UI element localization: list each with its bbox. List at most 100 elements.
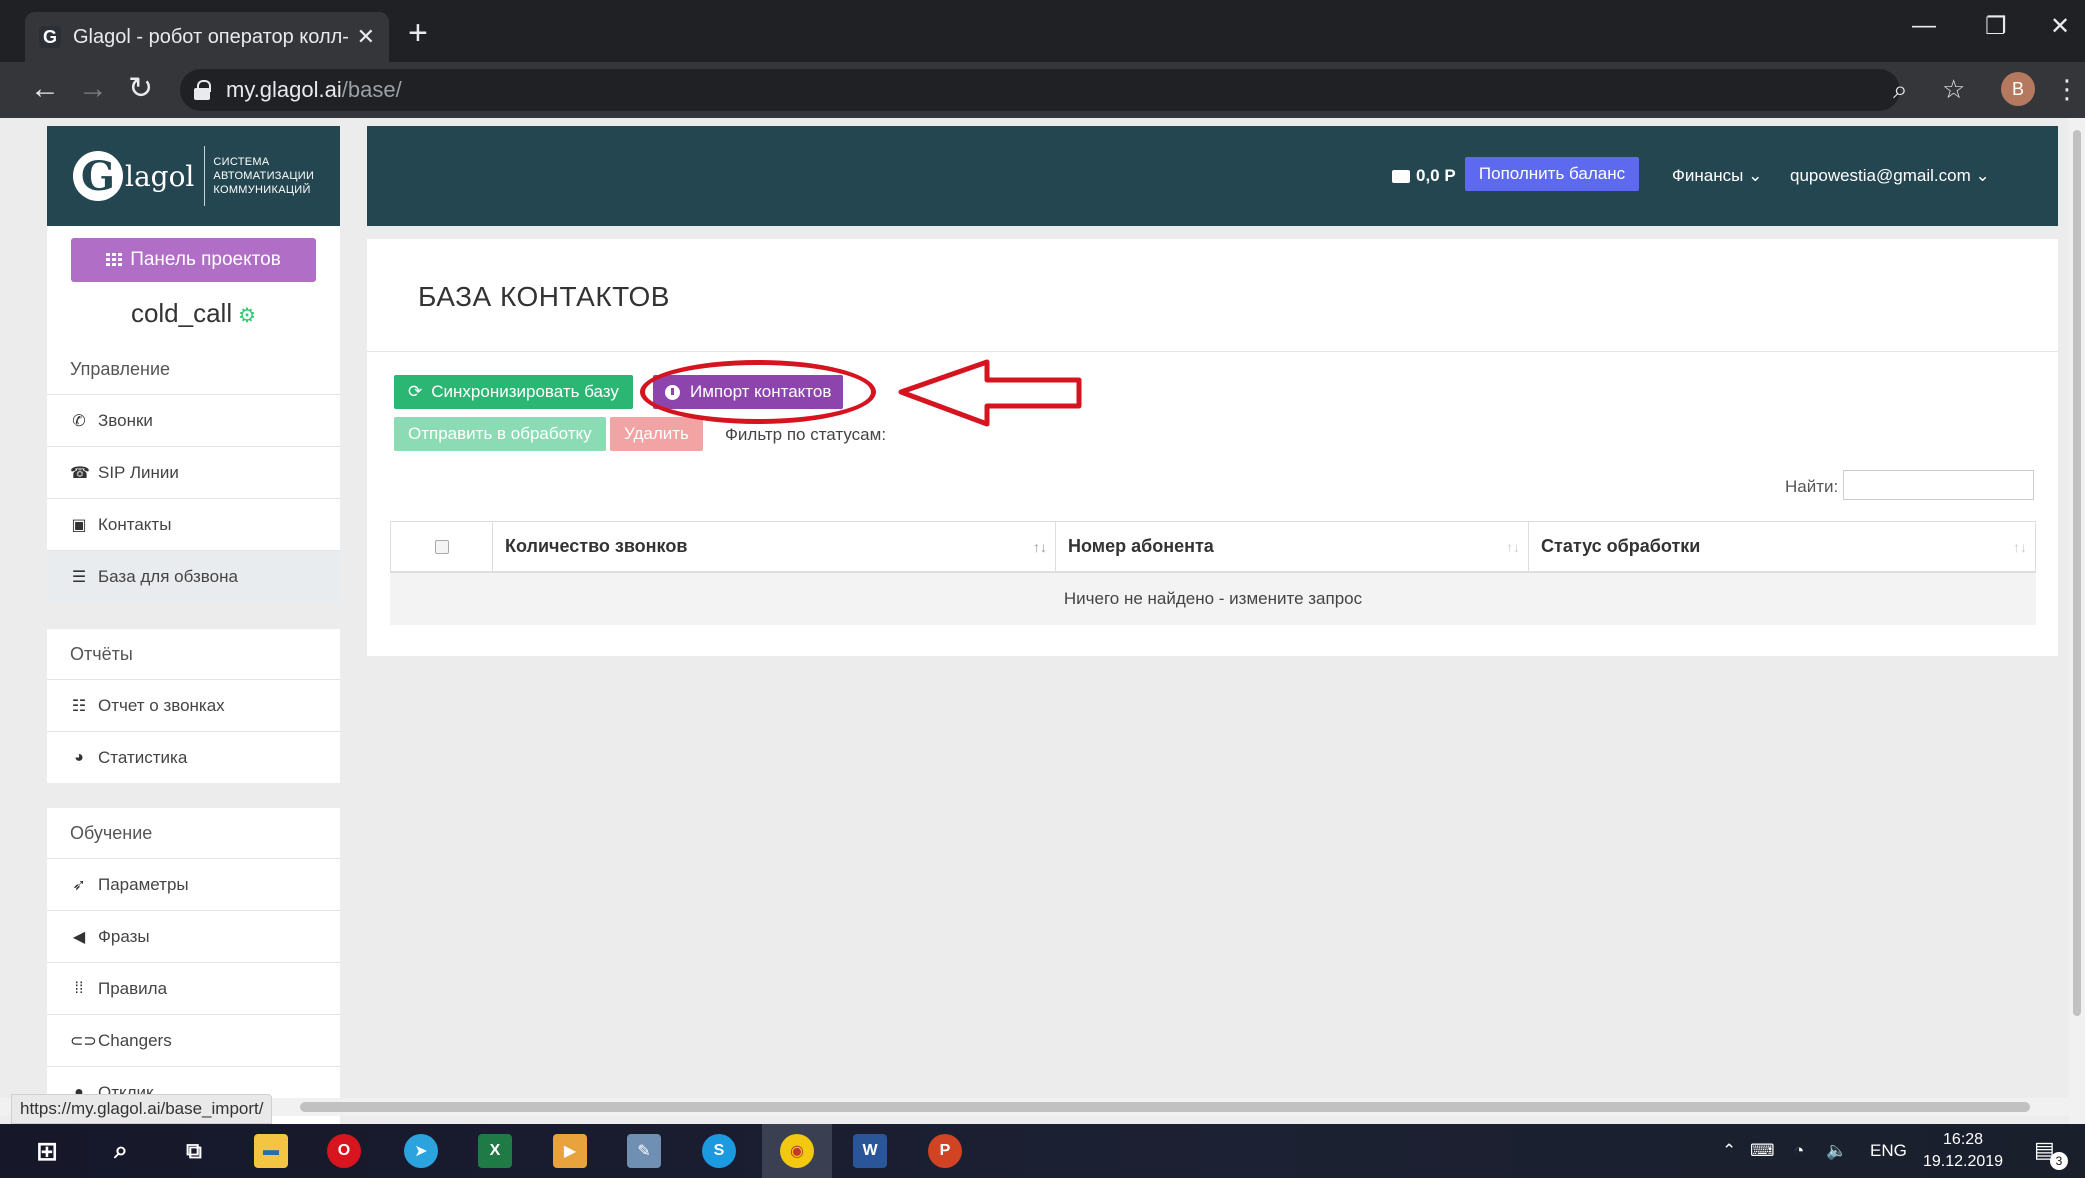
- user-menu[interactable]: qupowestia@gmail.com ⌄: [1790, 166, 1990, 186]
- reload-icon[interactable]: ↻: [128, 72, 153, 106]
- top-header: 0,0 Р Пополнить баланс Финансы ⌄ qupowes…: [367, 126, 2058, 226]
- scrollbar-thumb[interactable]: [300, 1102, 2030, 1112]
- annotation-arrow-icon: [898, 359, 1082, 427]
- top-up-balance-button[interactable]: Пополнить баланс: [1465, 157, 1639, 191]
- link-status-url: https://my.glagol.ai/base_import/: [11, 1094, 273, 1124]
- task-view-icon[interactable]: ⧉: [177, 1134, 211, 1168]
- delete-button[interactable]: Удалить: [610, 417, 703, 451]
- language-indicator[interactable]: ENG: [1870, 1141, 1907, 1161]
- sync-base-button[interactable]: ⟳ Синхронизировать базу: [394, 375, 633, 409]
- finance-menu[interactable]: Финансы ⌄: [1672, 166, 1762, 186]
- sidebar-item-changers[interactable]: ⊂⊃ Changers: [47, 1014, 340, 1066]
- scrollbar-thumb[interactable]: [2073, 130, 2081, 1016]
- word-icon[interactable]: W: [853, 1134, 887, 1168]
- sidebar-item-parameters[interactable]: ➶ Параметры: [47, 858, 340, 910]
- tray-expand-icon[interactable]: ⌃: [1722, 1141, 1736, 1161]
- sidebar-section-training: Обучение ➶ Параметры ◀ Фразы ⁞⁞ Правила …: [47, 808, 340, 1124]
- window-close-icon[interactable]: ✕: [2050, 12, 2070, 41]
- megaphone-icon: ◀: [72, 928, 86, 946]
- start-icon[interactable]: ⊞: [30, 1134, 64, 1168]
- wallet-icon: [1392, 169, 1410, 183]
- new-tab-button[interactable]: +: [408, 16, 428, 50]
- user-email: qupowestia@gmail.com: [1790, 166, 1971, 185]
- vertical-scrollbar[interactable]: [2069, 118, 2085, 1124]
- column-header-processing-status[interactable]: Статус обработки ↑↓: [1529, 522, 2036, 571]
- zoom-icon[interactable]: ⌕: [1893, 74, 1908, 106]
- sidebar-section-reports: Отчёты ☷ Отчет о звонках ◕ Статистика: [47, 629, 340, 783]
- tab-close-icon[interactable]: ✕: [357, 24, 375, 50]
- desk-phone-icon: ☎: [70, 464, 90, 482]
- video-player-icon[interactable]: ▶: [553, 1134, 587, 1168]
- sidebar-item-sip-lines[interactable]: ☎ SIP Линии: [47, 446, 340, 498]
- sidebar-item-label: Фразы: [98, 926, 150, 946]
- sidebar-section-management: Управление ✆ Звонки ☎ SIP Линии ▣ Контак…: [47, 344, 340, 602]
- minimize-icon[interactable]: —: [1912, 12, 1936, 40]
- sidebar-item-call-base[interactable]: ☰ База для обзвона: [47, 550, 340, 602]
- logo-tagline-3: коммуникаций: [213, 184, 311, 196]
- sync-icon: ⟳: [408, 382, 423, 401]
- sidebar-item-rules[interactable]: ⁞⁞ Правила: [47, 962, 340, 1014]
- browser-menu-icon[interactable]: ⋮: [2054, 74, 2080, 105]
- sidebar-item-label: Звонки: [98, 410, 153, 430]
- sidebar-item-contacts[interactable]: ▣ Контакты: [47, 498, 340, 550]
- rules-icon: ⁞⁞: [74, 979, 84, 997]
- column-header-calls-count[interactable]: Количество звонков ↑↓: [493, 522, 1056, 571]
- search-icon[interactable]: ⌕: [104, 1134, 138, 1168]
- logo-name: lagol: [125, 146, 206, 206]
- sidebar-item-call-report[interactable]: ☷ Отчет о звонках: [47, 679, 340, 731]
- glagol-logo[interactable]: G lagol Система автоматизации коммуникац…: [47, 126, 340, 226]
- search-input[interactable]: [1843, 470, 2034, 500]
- url-field[interactable]: my.glagol.ai /base/: [180, 69, 1900, 111]
- screen: G Glagol - робот оператор колл-ц ✕ + — ❐…: [0, 0, 2085, 1178]
- browser-tab[interactable]: G Glagol - робот оператор колл-ц ✕: [25, 12, 389, 62]
- clock[interactable]: 16:28 19.12.2019: [1923, 1129, 2003, 1173]
- projects-panel-button[interactable]: Панель проектов: [71, 238, 316, 282]
- excel-icon[interactable]: X: [478, 1134, 512, 1168]
- restore-icon[interactable]: ❐: [1985, 12, 2007, 41]
- lock-icon: [194, 80, 211, 100]
- chrome-icon[interactable]: ◉: [780, 1134, 814, 1168]
- address-bar-row: ← → ↻ my.glagol.ai /base/ ⌕ ☆ ⋮: [0, 62, 2085, 118]
- telegram-icon[interactable]: ➤: [404, 1134, 438, 1168]
- keyboard-icon[interactable]: ⌨: [1750, 1141, 1775, 1161]
- back-arrow-icon[interactable]: ←: [30, 72, 60, 106]
- volume-icon[interactable]: 🔈: [1826, 1141, 1847, 1161]
- sidebar-item-phrases[interactable]: ◀ Фразы: [47, 910, 340, 962]
- chevron-down-icon: ⌄: [1975, 166, 1990, 185]
- sidebar-section-title: Управление: [70, 358, 171, 379]
- url-path: /base/: [341, 77, 402, 102]
- sidebar-item-statistics[interactable]: ◕ Статистика: [47, 731, 340, 783]
- tab-title: Glagol - робот оператор колл-ц: [73, 25, 349, 48]
- clock-date: 19.12.2019: [1923, 1153, 2004, 1170]
- column-header-subscriber-number[interactable]: Номер абонента ↑↓: [1056, 522, 1529, 571]
- sort-icon: ↑↓: [2013, 538, 2027, 555]
- opera-icon[interactable]: O: [327, 1134, 361, 1168]
- contact-card-icon: ▣: [71, 516, 87, 534]
- file-explorer-icon[interactable]: ▬: [254, 1134, 288, 1168]
- skype-icon[interactable]: S: [702, 1134, 736, 1168]
- select-all-checkbox[interactable]: [434, 539, 449, 554]
- finance-menu-label: Финансы: [1672, 166, 1744, 185]
- profile-avatar[interactable]: B: [2001, 72, 2035, 106]
- send-to-processing-button[interactable]: Отправить в обработку: [394, 417, 606, 451]
- paint-icon[interactable]: ✎: [627, 1134, 661, 1168]
- sidebar-section-title: Отчёты: [70, 643, 133, 664]
- rocket-icon: ➶: [72, 876, 86, 894]
- notification-count-badge: 3: [2050, 1152, 2068, 1170]
- contacts-base-card: БАЗА КОНТАКТОВ ⟳ Синхронизировать базу И…: [367, 239, 2058, 656]
- windows-taskbar: ⊞ ⌕ ⧉ ▬ O ➤ X ▶ ✎ S ◉ W P ⌃ ⌨ ◔ 🔈 ENG 16…: [0, 1124, 2085, 1178]
- clock-time: 16:28: [1943, 1131, 1984, 1148]
- horizontal-scrollbar[interactable]: [0, 1098, 2069, 1116]
- sidebar-item-label: База для обзвона: [98, 566, 238, 586]
- settings-gears-icon[interactable]: ⚙: [238, 305, 256, 327]
- sort-icon: ↑↓: [1033, 538, 1047, 555]
- forward-arrow-icon[interactable]: →: [78, 72, 108, 106]
- wifi-icon[interactable]: ◔: [1794, 1141, 1804, 1161]
- logo-tagline-2: автоматизации: [213, 170, 315, 182]
- bookmark-star-icon[interactable]: ☆: [1942, 74, 1965, 105]
- sidebar-section-title: Обучение: [70, 822, 153, 843]
- powerpoint-icon[interactable]: P: [928, 1134, 962, 1168]
- sidebar-item-calls[interactable]: ✆ Звонки: [47, 394, 340, 446]
- sidebar-item-label: SIP Линии: [98, 462, 179, 482]
- web-page: G lagol Система автоматизации коммуникац…: [0, 118, 2085, 1124]
